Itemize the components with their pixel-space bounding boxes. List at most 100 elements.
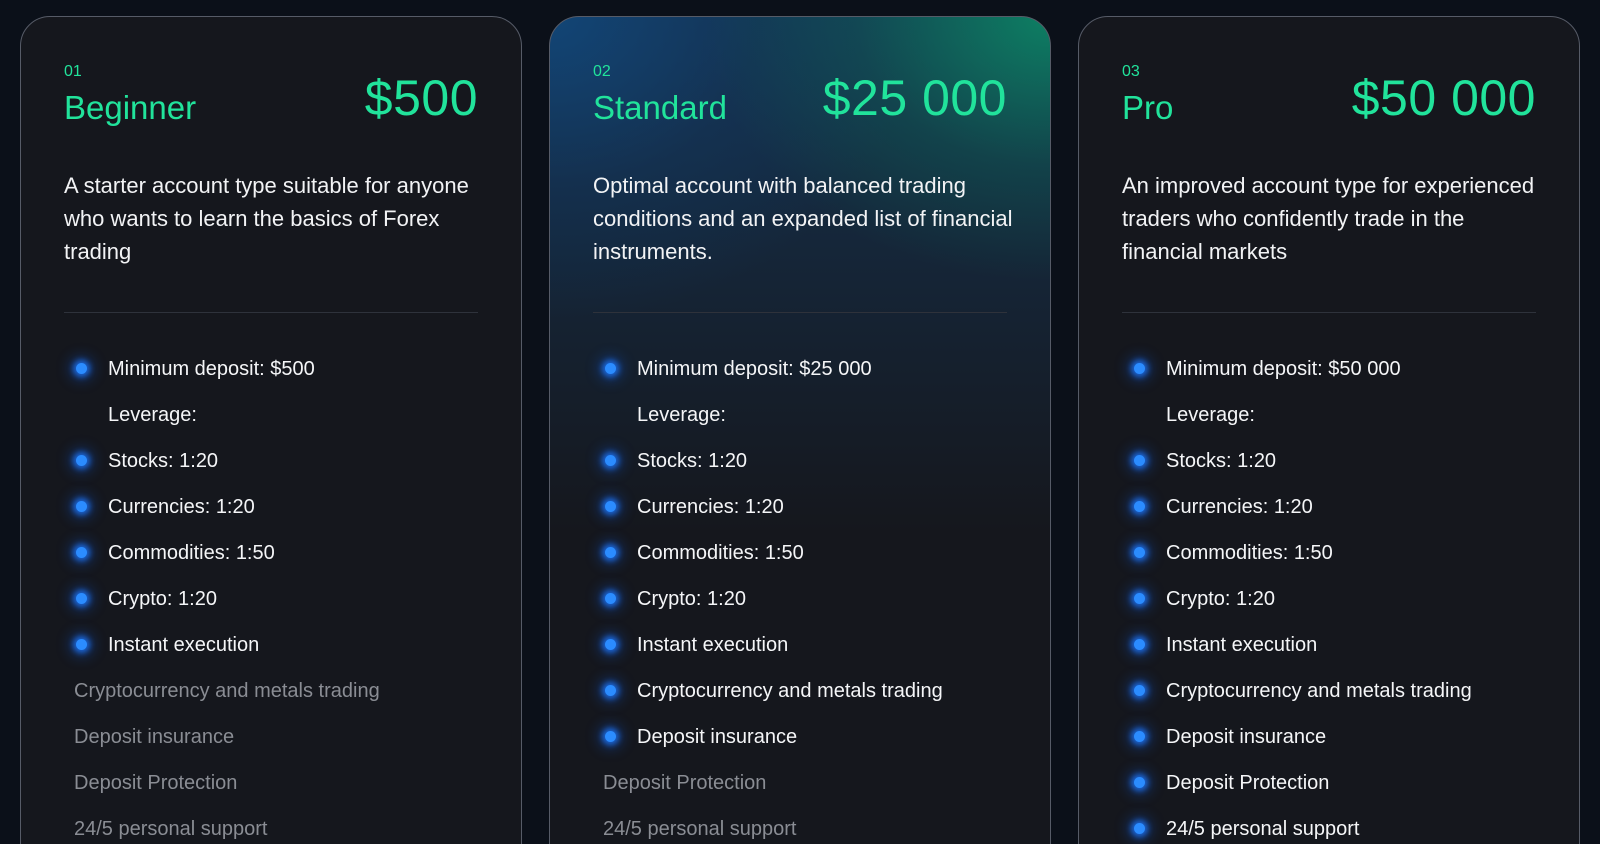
- bullet-dot-icon: [605, 593, 616, 604]
- feature-label: Deposit insurance: [1166, 726, 1327, 748]
- bullet-dot-icon: [605, 685, 616, 696]
- feature-label: Leverage:: [637, 404, 726, 426]
- plan-card-standard[interactable]: 02 Standard $25 000 Optimal account with…: [549, 16, 1051, 844]
- plan-price: $50 000: [1351, 70, 1536, 126]
- feature-label: Deposit Protection: [603, 772, 767, 794]
- feature-item: 24/5 personal support: [64, 814, 484, 844]
- feature-label: Minimum deposit: $50 000: [1166, 358, 1401, 380]
- feature-item: Crypto: 1:20: [64, 584, 484, 630]
- feature-item: 24/5 personal support: [1122, 814, 1542, 844]
- feature-label: Minimum deposit: $25 000: [637, 358, 872, 380]
- plan-card-beginner[interactable]: 01 Beginner $500 A starter account type …: [20, 16, 522, 844]
- feature-label: Deposit Protection: [74, 772, 238, 794]
- feature-label: Stocks: 1:20: [1166, 450, 1277, 472]
- feature-label: Crypto: 1:20: [108, 588, 217, 610]
- feature-item: 24/5 personal support: [593, 814, 1013, 844]
- bullet-dot-icon: [1134, 731, 1145, 742]
- feature-item: Leverage:: [1122, 400, 1542, 446]
- divider: [1122, 312, 1536, 313]
- feature-list: Minimum deposit: $25 000 Leverage: Stocks:…: [593, 354, 1013, 844]
- feature-item: Minimum deposit: $500: [64, 354, 484, 400]
- feature-item: Deposit Protection: [593, 768, 1013, 814]
- plan-name: Standard: [593, 89, 727, 126]
- feature-label: Stocks: 1:20: [108, 450, 219, 472]
- plan-name: Pro: [1122, 89, 1174, 126]
- bullet-dot-icon: [1134, 501, 1145, 512]
- bullet-dot-icon: [76, 455, 87, 466]
- feature-item: Deposit insurance: [1122, 722, 1542, 768]
- bullet-dot-icon: [605, 455, 616, 466]
- bullet-dot-icon: [76, 593, 87, 604]
- plan-name: Beginner: [64, 89, 197, 126]
- feature-item: Leverage:: [64, 400, 484, 446]
- feature-item: Cryptocurrency and metals trading: [64, 676, 484, 722]
- feature-list: Minimum deposit: $50 000 Leverage: Stocks:…: [1122, 354, 1542, 844]
- bullet-dot-icon: [76, 501, 87, 512]
- feature-item: Cryptocurrency and metals trading: [1122, 676, 1542, 722]
- feature-item: Stocks: 1:20: [1122, 446, 1542, 492]
- feature-item: Commodities: 1:50: [1122, 538, 1542, 584]
- bullet-dot-icon: [1134, 547, 1145, 558]
- plan-description: An improved account type for experienced…: [1122, 173, 1535, 264]
- feature-label: Instant execution: [1166, 634, 1318, 656]
- feature-item: Crypto: 1:20: [593, 584, 1013, 630]
- feature-label: 24/5 personal support: [603, 818, 797, 840]
- pricing-cards: 01 Beginner $500 A starter account type …: [0, 0, 1600, 844]
- feature-label: Minimum deposit: $500: [108, 358, 315, 380]
- feature-label: Commodities: 1:50: [108, 542, 275, 564]
- bullet-dot-icon: [1134, 363, 1145, 374]
- bullet-dot-icon: [1134, 593, 1145, 604]
- bullet-dot-icon: [605, 731, 616, 742]
- bullet-dot-icon: [605, 547, 616, 558]
- feature-item: Deposit insurance: [64, 722, 484, 768]
- bullet-dot-icon: [76, 639, 87, 650]
- feature-item: Deposit Protection: [1122, 768, 1542, 814]
- bullet-dot-icon: [76, 547, 87, 558]
- feature-item: Currencies: 1:20: [1122, 492, 1542, 538]
- feature-item: Commodities: 1:50: [64, 538, 484, 584]
- feature-item: Currencies: 1:20: [593, 492, 1013, 538]
- plan-price: $500: [364, 70, 478, 126]
- feature-item: Crypto: 1:20: [1122, 584, 1542, 630]
- feature-item: Currencies: 1:20: [64, 492, 484, 538]
- feature-item: Instant execution: [1122, 630, 1542, 676]
- feature-label: Instant execution: [108, 634, 260, 656]
- plan-description: A starter account type suitable for anyo…: [64, 173, 469, 264]
- feature-label: Crypto: 1:20: [1166, 588, 1275, 610]
- plan-card-pro[interactable]: 03 Pro $50 000 An improved account type …: [1078, 16, 1580, 844]
- feature-label: Currencies: 1:20: [108, 496, 255, 518]
- feature-item: Stocks: 1:20: [593, 446, 1013, 492]
- bullet-dot-icon: [1134, 685, 1145, 696]
- plan-description: Optimal account with balanced trading co…: [593, 173, 1013, 264]
- feature-label: Instant execution: [637, 634, 789, 656]
- bullet-dot-icon: [605, 501, 616, 512]
- feature-label: Deposit insurance: [637, 726, 798, 748]
- feature-item: Cryptocurrency and metals trading: [593, 676, 1013, 722]
- feature-label: Leverage:: [108, 404, 197, 426]
- plan-price: $25 000: [822, 70, 1007, 126]
- feature-item: Instant execution: [593, 630, 1013, 676]
- plan-number: 02: [593, 63, 611, 80]
- divider: [593, 312, 1007, 313]
- feature-label: Commodities: 1:50: [637, 542, 804, 564]
- feature-label: Deposit Protection: [1166, 772, 1330, 794]
- feature-label: Cryptocurrency and metals trading: [637, 680, 943, 702]
- feature-item: Commodities: 1:50: [593, 538, 1013, 584]
- bullet-dot-icon: [1134, 639, 1145, 650]
- feature-label: Cryptocurrency and metals trading: [74, 680, 380, 702]
- bullet-dot-icon: [1134, 777, 1145, 788]
- feature-label: Deposit insurance: [74, 726, 235, 748]
- feature-label: Currencies: 1:20: [637, 496, 784, 518]
- feature-label: Currencies: 1:20: [1166, 496, 1313, 518]
- bullet-dot-icon: [1134, 455, 1145, 466]
- feature-label: Cryptocurrency and metals trading: [1166, 680, 1472, 702]
- feature-item: Stocks: 1:20: [64, 446, 484, 492]
- bullet-dot-icon: [1134, 823, 1145, 834]
- plan-number: 03: [1122, 63, 1140, 80]
- feature-item: Instant execution: [64, 630, 484, 676]
- divider: [64, 312, 478, 313]
- plan-number: 01: [64, 63, 82, 80]
- feature-item: Minimum deposit: $50 000: [1122, 354, 1542, 400]
- feature-list: Minimum deposit: $500 Leverage: Stocks: 1:…: [64, 354, 484, 844]
- feature-item: Deposit Protection: [64, 768, 484, 814]
